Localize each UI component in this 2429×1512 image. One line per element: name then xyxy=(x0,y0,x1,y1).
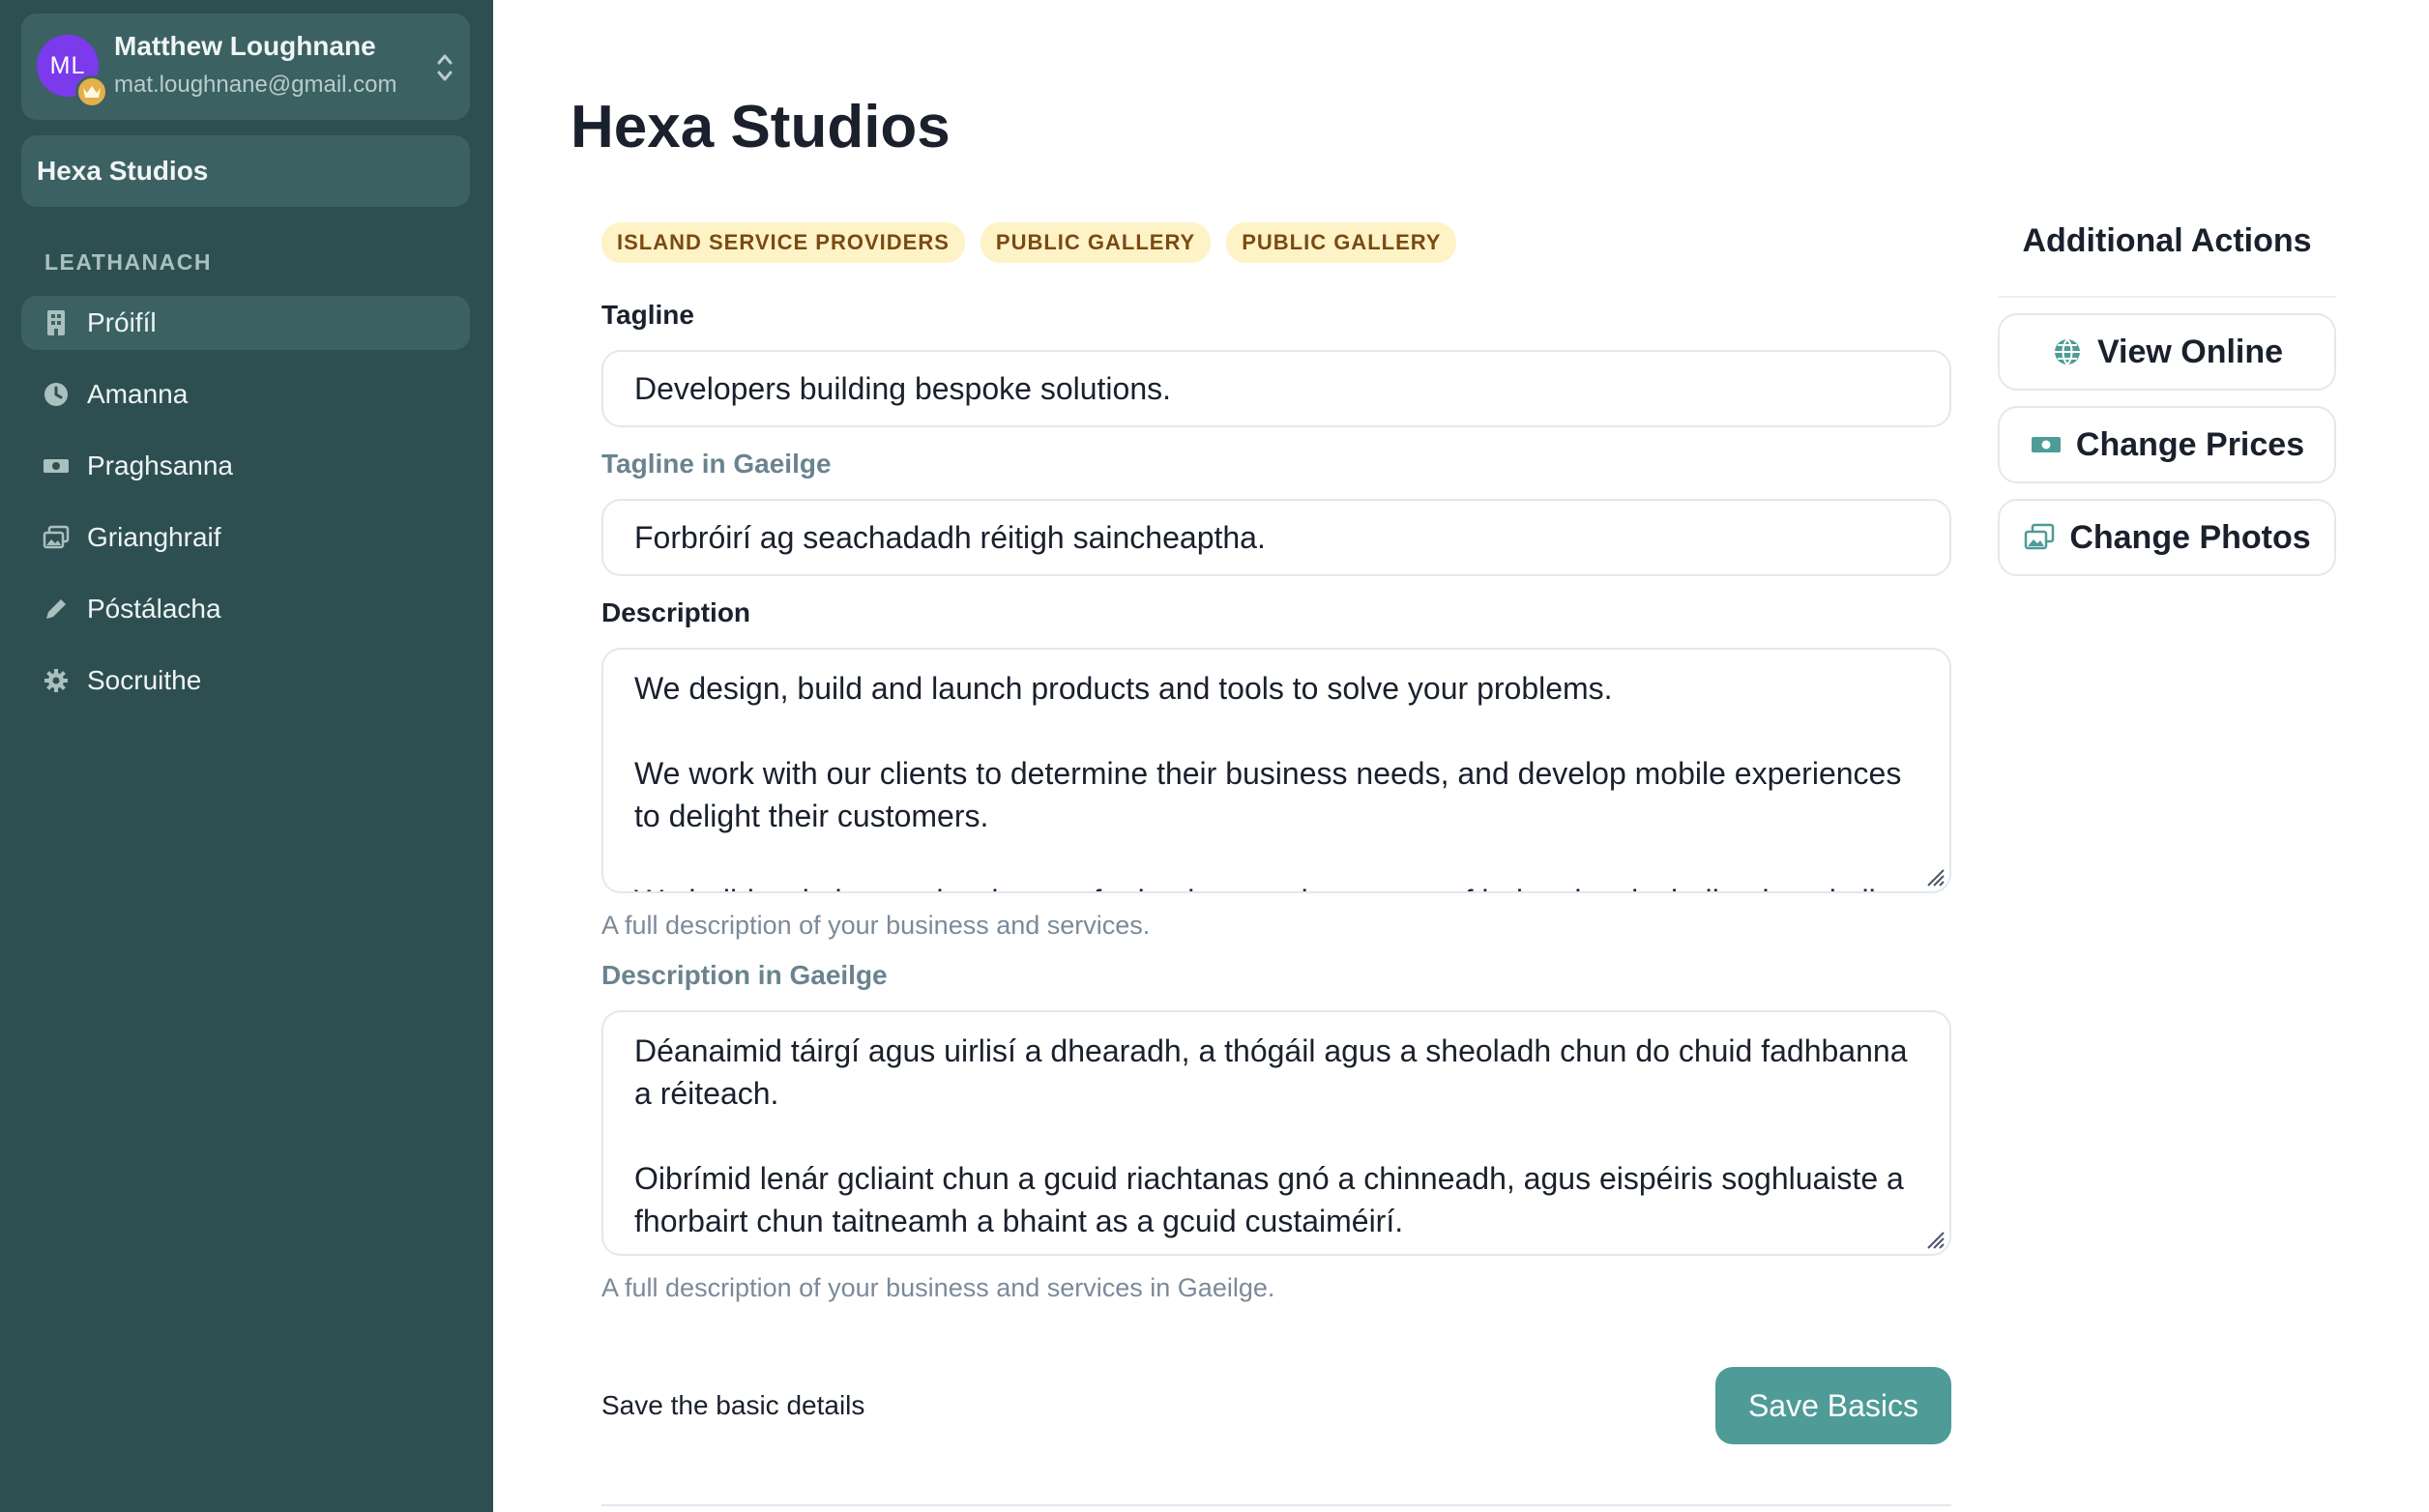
change-prices-button[interactable]: Change Prices xyxy=(1998,406,2336,483)
nav-heading: LEATHANACH xyxy=(44,249,213,275)
crown-icon xyxy=(75,75,108,108)
account-email: mat.loughnane@gmail.com xyxy=(114,72,397,98)
sidebar-item-prices[interactable]: Praghsanna xyxy=(21,439,470,493)
cash-icon xyxy=(2030,428,2063,461)
category-badge: PUBLIC GALLERY xyxy=(980,222,1212,263)
main-content: Hexa Studios ISLAND SERVICE PROVIDERS PU… xyxy=(493,0,2429,1512)
sidebar-item-label: Praghsanna xyxy=(87,451,234,480)
sidebar-item-settings[interactable]: Socruithe xyxy=(21,654,470,708)
photos-icon xyxy=(43,524,70,551)
save-row: Save the basic details Save Basics xyxy=(601,1367,1951,1444)
description-ga-textarea[interactable]: Déanaimid táirgí agus uirlisí a dhearadh… xyxy=(601,1010,1951,1256)
view-online-label: View Online xyxy=(2096,333,2284,370)
save-basics-button[interactable]: Save Basics xyxy=(1715,1367,1951,1444)
photos-icon xyxy=(2023,521,2056,554)
sidebar-item-label: Grianghraif xyxy=(87,522,221,552)
description-paragraph: We build websites and web apps for busin… xyxy=(634,880,1918,891)
change-photos-button[interactable]: Change Photos xyxy=(1998,499,2336,576)
description-ga-paragraph: Oibrímid lenár gcliaint chun a gcuid ria… xyxy=(634,1161,1904,1238)
sidebar-item-posts[interactable]: Póstálacha xyxy=(21,582,470,636)
description-paragraph: We design, build and launch products and… xyxy=(634,671,1613,706)
sidebar-item-label: Socruithe xyxy=(87,665,202,695)
page-title: Hexa Studios xyxy=(571,94,951,160)
tagline-ga-input[interactable]: Forbróirí ag seachadadh réitigh sainchea… xyxy=(601,499,1951,576)
sidebar-item-label: Póstálacha xyxy=(87,594,221,624)
sidebar-item-label: Próifíl xyxy=(87,307,157,337)
view-online-button[interactable]: View Online xyxy=(1998,313,2336,391)
badge-list: ISLAND SERVICE PROVIDERS PUBLIC GALLERY … xyxy=(601,222,1457,263)
account-name: Matthew Loughnane xyxy=(114,31,376,61)
divider xyxy=(1998,296,2336,298)
resize-handle-icon[interactable] xyxy=(1922,1227,1946,1250)
change-photos-label: Change Photos xyxy=(2069,518,2311,556)
sidebar-item-label: Amanna xyxy=(87,379,189,409)
sidebar-item-photos[interactable]: Grianghraif xyxy=(21,510,470,565)
description-help: A full description of your business and … xyxy=(601,911,1151,940)
description-textarea[interactable]: We design, build and launch products and… xyxy=(601,648,1951,893)
building-icon xyxy=(43,309,70,336)
basics-form: Tagline Developers building bespoke solu… xyxy=(601,300,1951,1303)
category-badge: ISLAND SERVICE PROVIDERS xyxy=(601,222,965,263)
clock-icon xyxy=(43,381,70,408)
sidebar: ML Matthew Loughnane mat.loughnane@gmail… xyxy=(0,0,493,1512)
sidebar-item-times[interactable]: Amanna xyxy=(21,367,470,422)
description-ga-help: A full description of your business and … xyxy=(601,1273,1275,1302)
chevron-up-down-icon[interactable] xyxy=(435,50,454,85)
sidebar-nav: Próifíl Amanna Praghsanna Grianghraif Pó… xyxy=(21,296,470,725)
additional-actions-title: Additional Actions xyxy=(2022,222,2312,259)
pencil-icon xyxy=(43,596,70,623)
description-ga-paragraph: Déanaimid táirgí agus uirlisí a dhearadh… xyxy=(634,1033,1908,1111)
cash-icon xyxy=(43,452,70,480)
change-prices-label: Change Prices xyxy=(2075,425,2305,463)
description-ga-label: Description in Gaeilge xyxy=(601,960,888,990)
gear-icon xyxy=(43,667,70,694)
account-switcher[interactable]: ML Matthew Loughnane mat.loughnane@gmail… xyxy=(21,14,470,120)
sidebar-item-profile[interactable]: Próifíl xyxy=(21,296,470,350)
save-hint: Save the basic details xyxy=(601,1390,865,1420)
description-label: Description xyxy=(601,597,751,627)
description-paragraph: We work with our clients to determine th… xyxy=(634,756,1902,833)
tagline-ga-label: Tagline in Gaeilge xyxy=(601,449,832,479)
additional-actions: Additional Actions View Online Change Pr… xyxy=(1998,215,2336,576)
resize-handle-icon[interactable] xyxy=(1922,864,1946,887)
divider xyxy=(601,1504,1951,1506)
category-badge: PUBLIC GALLERY xyxy=(1226,222,1457,263)
tagline-input[interactable]: Developers building bespoke solutions. xyxy=(601,350,1951,427)
globe-icon xyxy=(2051,335,2084,368)
studio-selector[interactable]: Hexa Studios xyxy=(21,135,470,207)
tagline-label: Tagline xyxy=(601,300,694,330)
